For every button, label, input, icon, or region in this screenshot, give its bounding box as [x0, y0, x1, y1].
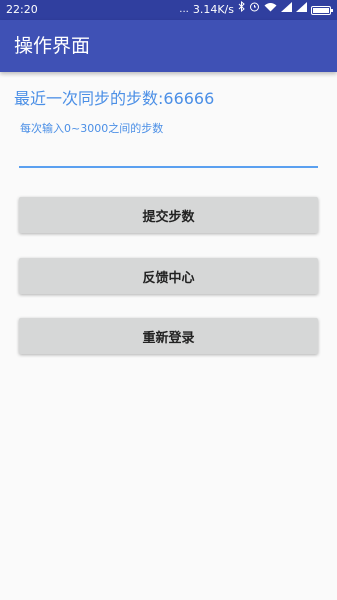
- signal-icon: [296, 0, 307, 20]
- last-sync-steps-text: 最近一次同步的步数:66666: [14, 89, 215, 108]
- submit-steps-button[interactable]: 提交步数: [19, 197, 318, 233]
- status-bar: 22:20 ... 3.14K/s: [0, 0, 337, 20]
- more-dots-icon: ...: [179, 4, 189, 15]
- status-time: 22:20: [6, 3, 38, 16]
- feedback-center-button[interactable]: 反馈中心: [19, 258, 318, 294]
- step-input-hint: 每次输入0~3000之间的步数: [20, 122, 164, 135]
- status-icons: ... 3.14K/s: [179, 0, 333, 20]
- step-count-input[interactable]: [19, 140, 318, 168]
- battery-icon: [311, 5, 333, 15]
- relogin-button[interactable]: 重新登录: [19, 318, 318, 354]
- alarm-icon: [249, 0, 260, 20]
- signal-icon: [281, 0, 292, 20]
- bluetooth-icon: [238, 0, 245, 20]
- app-screen: 22:20 ... 3.14K/s 操作界面 最近一次同步的步数:66666 每…: [0, 0, 337, 600]
- page-title: 操作界面: [14, 35, 91, 57]
- app-bar: 操作界面: [0, 20, 337, 72]
- network-speed: 3.14K/s: [192, 3, 234, 16]
- wifi-icon: [264, 0, 277, 20]
